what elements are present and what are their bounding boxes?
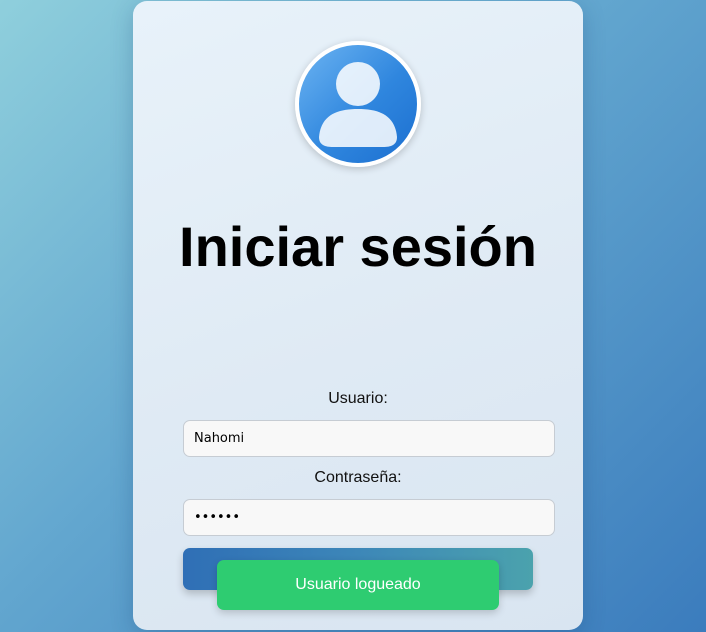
toast-message: Usuario logueado (295, 576, 421, 593)
user-avatar-icon (295, 41, 421, 167)
user-silhouette (319, 62, 397, 147)
username-input[interactable] (183, 420, 555, 457)
username-label: Usuario: (328, 390, 388, 407)
page-title: Iniciar sesión (179, 215, 537, 278)
password-label: Contraseña: (314, 469, 402, 486)
password-input[interactable] (183, 499, 555, 536)
success-toast: Usuario logueado (217, 560, 499, 610)
login-card: Iniciar sesión Usuario: Contraseña: Usua… (133, 1, 583, 630)
